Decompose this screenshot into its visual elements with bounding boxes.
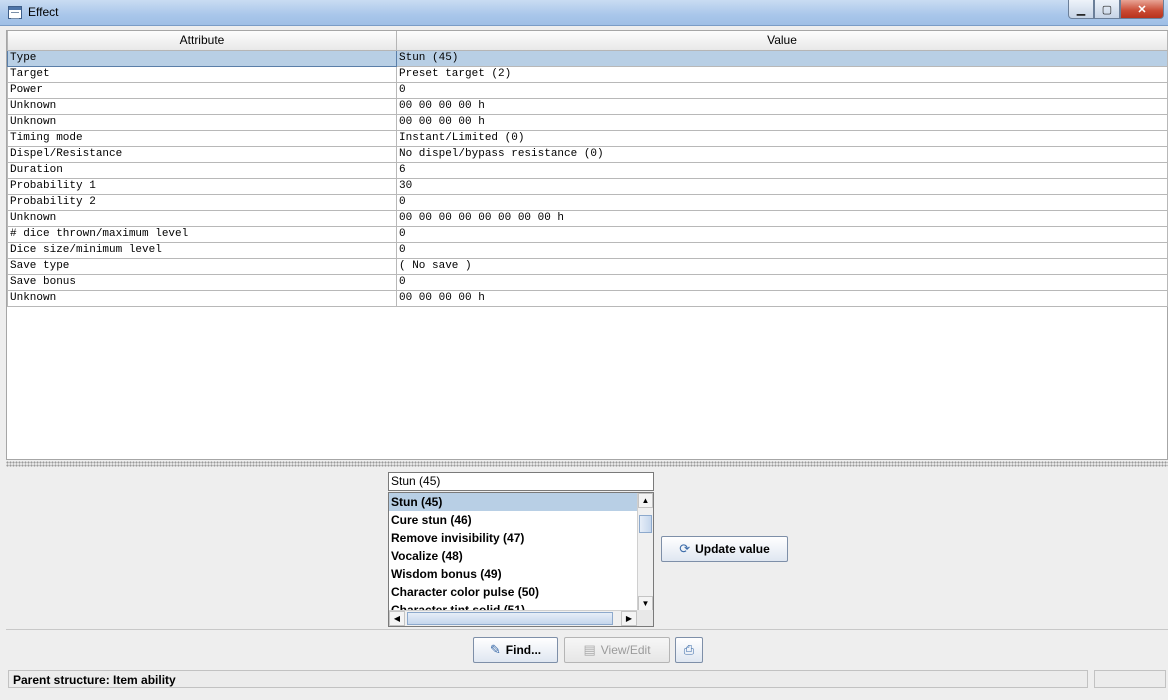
attribute-cell[interactable]: Save type [7, 257, 397, 275]
list-item[interactable]: Cure stun (46) [389, 511, 637, 529]
find-button[interactable]: ✎ Find... [473, 637, 558, 663]
value-cell[interactable]: 0 [396, 273, 1168, 291]
value-cell[interactable]: 0 [396, 193, 1168, 211]
table-row[interactable]: Timing mode Instant/Limited (0) [7, 129, 1168, 147]
list-item[interactable]: Vocalize (48) [389, 547, 637, 565]
list-item[interactable]: Stun (45) [389, 493, 637, 511]
bottom-divider [6, 629, 1168, 630]
value-cell[interactable]: 0 [396, 81, 1168, 99]
value-cell[interactable]: 6 [396, 161, 1168, 179]
value-cell[interactable]: 0 [396, 225, 1168, 243]
value-cell[interactable]: Preset target (2) [396, 65, 1168, 83]
table-row[interactable]: Unknown 00 00 00 00 h [7, 113, 1168, 131]
value-cell[interactable]: 0 [396, 241, 1168, 259]
document-icon: ▤ [583, 642, 596, 657]
table-row[interactable]: Type Stun (45) [7, 49, 1168, 67]
column-header-attribute[interactable]: Attribute [7, 31, 397, 51]
value-list-items: Stun (45) Cure stun (46) Remove invisibi… [389, 493, 637, 611]
flashlight-icon: ✎ [489, 642, 501, 657]
value-text-field[interactable]: Stun (45) [388, 472, 654, 491]
attribute-cell[interactable]: Target [7, 65, 397, 83]
window-title: Effect [28, 5, 59, 19]
attribute-cell[interactable]: Timing mode [7, 129, 397, 147]
scroll-up-arrow-icon[interactable]: ▲ [638, 493, 653, 508]
horizontal-scroll-thumb[interactable] [407, 612, 613, 625]
horizontal-scrollbar[interactable]: ◀ ▶ [389, 610, 637, 626]
table-row[interactable]: Unknown 00 00 00 00 h [7, 97, 1168, 115]
scroll-right-arrow-icon[interactable]: ▶ [621, 611, 637, 626]
attribute-cell[interactable]: Probability 1 [7, 177, 397, 195]
window-controls: ▁ ▢ ✕ [1068, 0, 1164, 19]
value-cell[interactable]: 00 00 00 00 h [396, 97, 1168, 115]
scroll-down-arrow-icon[interactable]: ▼ [638, 596, 653, 611]
value-list[interactable]: Stun (45) Cure stun (46) Remove invisibi… [388, 492, 654, 627]
find-label: Find... [505, 643, 542, 657]
table-row[interactable]: Target Preset target (2) [7, 65, 1168, 83]
attribute-table: Attribute Value Type Stun (45) Target Pres… [6, 30, 1168, 460]
update-value-button[interactable]: ⟳ Update value [661, 536, 788, 562]
attribute-cell[interactable]: Power [7, 81, 397, 99]
value-cell[interactable]: 00 00 00 00 00 00 00 00 h [396, 209, 1168, 227]
table-row[interactable]: Save type( No save ) [7, 257, 1168, 275]
status-bar-secondary [1094, 670, 1166, 688]
attribute-cell[interactable]: Unknown [7, 289, 397, 307]
value-cell[interactable]: 00 00 00 00 h [396, 289, 1168, 307]
close-button[interactable]: ✕ [1120, 0, 1164, 19]
print-button[interactable]: ⎙ [675, 637, 703, 663]
vertical-scroll-thumb[interactable] [639, 515, 652, 533]
value-cell[interactable]: ( No save ) [396, 257, 1168, 275]
value-cell[interactable]: 00 00 00 00 h [396, 113, 1168, 131]
attribute-cell[interactable]: Unknown [7, 113, 397, 131]
refresh-icon: ⟳ [679, 541, 691, 556]
attribute-cell[interactable]: Unknown [7, 97, 397, 115]
view-edit-button[interactable]: ▤ View/Edit [564, 637, 670, 663]
table-row[interactable]: Dice size/minimum level 0 [7, 241, 1168, 259]
table-row[interactable]: # dice thrown/maximum level 0 [7, 225, 1168, 243]
split-pane-divider[interactable] [6, 461, 1168, 467]
table-row[interactable]: Unknown 00 00 00 00 h [7, 289, 1168, 307]
attribute-cell[interactable]: Dice size/minimum level [7, 241, 397, 259]
printer-icon: ⎙ [683, 642, 695, 657]
attribute-cell[interactable]: Unknown [7, 209, 397, 227]
value-cell[interactable]: No dispel/bypass resistance (0) [396, 145, 1168, 163]
attribute-cell[interactable]: Type [7, 49, 397, 67]
title-bar: Effect ▁ ▢ ✕ [0, 0, 1168, 26]
update-value-label: Update value [695, 542, 770, 556]
scroll-corner [637, 610, 653, 626]
attribute-cell[interactable]: Save bonus [7, 273, 397, 291]
list-item[interactable]: Character color pulse (50) [389, 583, 637, 601]
vertical-scrollbar[interactable]: ▲ ▼ [637, 493, 653, 611]
list-item[interactable]: Remove invisibility (47) [389, 529, 637, 547]
minimize-button[interactable]: ▁ [1068, 0, 1094, 19]
table-row[interactable]: Unknown 00 00 00 00 00 00 00 00 h [7, 209, 1168, 227]
value-cell[interactable]: Stun (45) [396, 49, 1168, 67]
table-row[interactable]: Probability 20 [7, 193, 1168, 211]
scroll-left-arrow-icon[interactable]: ◀ [389, 611, 405, 626]
table-row[interactable]: Save bonus 0 [7, 273, 1168, 291]
window-icon [8, 6, 22, 19]
table-row[interactable]: Duration 6 [7, 161, 1168, 179]
value-cell[interactable]: Instant/Limited (0) [396, 129, 1168, 147]
maximize-button[interactable]: ▢ [1094, 0, 1120, 19]
status-bar-text: Parent structure: Item ability [8, 670, 1088, 688]
attribute-cell[interactable]: Dispel/Resistance [7, 145, 397, 163]
table-row[interactable]: Probability 1 30 [7, 177, 1168, 195]
table-header-row: Attribute Value [7, 31, 1168, 51]
value-cell[interactable]: 30 [396, 177, 1168, 195]
attribute-cell[interactable]: Probability 2 [7, 193, 397, 211]
attribute-cell[interactable]: Duration [7, 161, 397, 179]
column-header-value[interactable]: Value [396, 31, 1168, 51]
list-item[interactable]: Wisdom bonus (49) [389, 565, 637, 583]
attribute-cell[interactable]: # dice thrown/maximum level [7, 225, 397, 243]
view-edit-label: View/Edit [600, 643, 651, 657]
table-row[interactable]: Power 0 [7, 81, 1168, 99]
table-row[interactable]: Dispel/Resistance No dispel/bypass resist… [7, 145, 1168, 163]
